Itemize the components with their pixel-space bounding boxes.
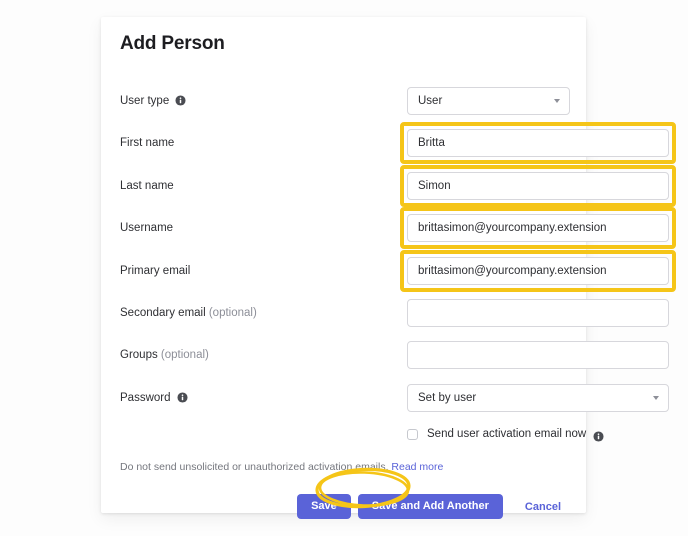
field-wrap-user_type (407, 87, 570, 115)
send-activation-email-checkbox[interactable] (407, 428, 418, 440)
field-wrap-groups (407, 341, 669, 369)
label-primary_email: Primary email (120, 265, 190, 277)
label-text: Groups (120, 349, 158, 361)
label-text: Primary email (120, 265, 191, 277)
field-wrap-secondary_email (407, 299, 669, 327)
disclaimer-text: Do not send unsolicited or unauthorized … (120, 461, 392, 473)
label-groups: Groups (optional) (120, 349, 209, 361)
label-password: Password (120, 392, 188, 404)
select-password[interactable] (407, 384, 669, 412)
label-text: Username (120, 222, 174, 234)
info-icon[interactable] (176, 392, 188, 403)
screenshot-root: Add Person User type First name Last name U… (0, 0, 688, 536)
label-text: Last name (120, 180, 174, 192)
label-username: Username (120, 222, 173, 234)
input-primary_email[interactable] (407, 257, 669, 285)
input-last_name[interactable] (407, 172, 669, 200)
form-row-username: Username (101, 214, 669, 248)
label-optional-suffix: (optional) (157, 349, 209, 361)
page-title: Add Person (120, 33, 225, 54)
activation-disclaimer: Do not send unsolicited or unauthorized … (120, 461, 443, 473)
field-wrap-last_name (407, 172, 669, 200)
input-username[interactable] (407, 214, 669, 242)
label-optional-suffix: (optional) (205, 307, 257, 319)
add-person-card: Add Person User type First name Last name U… (101, 17, 676, 519)
field-wrap-primary_email (407, 257, 669, 285)
dialog-actions: Save Save and Add Another Cancel (120, 494, 567, 519)
label-user_type: User type (120, 95, 186, 107)
form-row-primary_email: Primary email (101, 257, 669, 291)
form-row-first_name: First name (101, 129, 669, 163)
input-secondary_email[interactable] (407, 299, 669, 327)
form-row-user_type: User type (101, 87, 586, 121)
field-wrap-username (407, 214, 669, 242)
form-row-last_name: Last name (101, 172, 669, 206)
field-wrap-first_name (407, 129, 669, 157)
read-more-link[interactable]: Read more (391, 461, 443, 473)
label-text: Password (120, 392, 171, 404)
form-row-groups: Groups (optional) (101, 341, 669, 375)
select-user_type[interactable] (407, 87, 570, 115)
label-first_name: First name (120, 137, 174, 149)
save-and-add-another-button[interactable]: Save and Add Another (357, 494, 503, 519)
label-secondary_email: Secondary email (optional) (120, 307, 257, 319)
field-wrap-password (407, 384, 669, 412)
label-text: User type (120, 95, 170, 107)
info-icon[interactable] (593, 429, 604, 442)
save-button[interactable]: Save (297, 494, 351, 519)
label-text: Secondary email (120, 307, 206, 319)
cancel-button[interactable]: Cancel (519, 500, 567, 514)
input-first_name[interactable] (407, 129, 669, 157)
input-groups[interactable] (407, 341, 669, 369)
info-icon[interactable] (175, 95, 186, 106)
send-activation-email-label: Send user activation email now (427, 428, 587, 440)
label-text: First name (120, 137, 175, 149)
form-row-secondary_email: Secondary email (optional) (101, 299, 669, 333)
activation-email-row[interactable]: Send user activation email now (407, 428, 604, 442)
label-last_name: Last name (120, 180, 174, 192)
form-row-password: Password (101, 384, 669, 418)
